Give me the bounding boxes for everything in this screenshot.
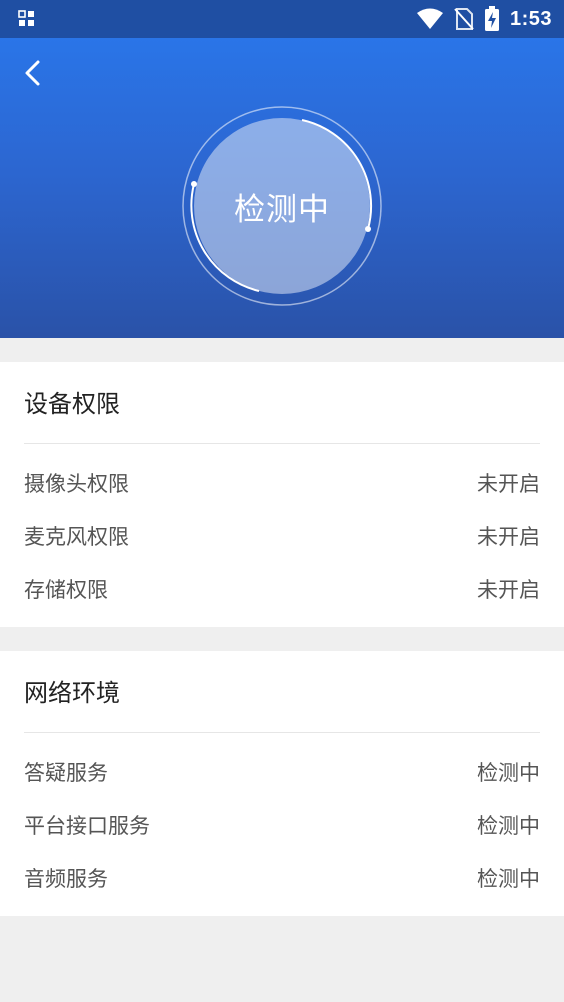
permission-status: 未开启 [477, 578, 540, 602]
service-label: 平台接口服务 [24, 814, 150, 838]
list-item-platform-api-service: 平台接口服务 检测中 [24, 805, 540, 845]
status-time: 1:53 [509, 7, 552, 30]
list-item-microphone-permission: 麦克风权限 未开启 [24, 516, 540, 556]
service-label: 音频服务 [24, 867, 108, 891]
wifi-icon [416, 8, 443, 29]
divider [24, 443, 540, 444]
app-grid-icon [18, 10, 34, 26]
service-status: 检测中 [477, 761, 540, 785]
permission-label: 麦克风权限 [24, 525, 129, 549]
detection-progress-ring: 检测中 [180, 104, 384, 308]
device-permissions-card: 设备权限 摄像头权限 未开启 麦克风权限 未开启 存储权限 未开启 [0, 362, 564, 627]
service-status: 检测中 [477, 867, 540, 891]
chevron-left-icon[interactable] [16, 56, 50, 90]
permission-label: 存储权限 [24, 578, 108, 602]
network-environment-card: 网络环境 答疑服务 检测中 平台接口服务 检测中 音频服务 检测中 [0, 651, 564, 916]
list-item-camera-permission: 摄像头权限 未开启 [24, 463, 540, 503]
permission-status: 未开启 [477, 525, 540, 549]
permission-label: 摄像头权限 [24, 472, 129, 496]
list-item-qa-service: 答疑服务 检测中 [24, 752, 540, 792]
detection-status-label: 检测中 [234, 191, 330, 228]
status-bar: 1:53 [0, 0, 564, 38]
device-permissions-title: 设备权限 [24, 390, 120, 418]
list-item-storage-permission: 存储权限 未开启 [24, 569, 540, 609]
service-label: 答疑服务 [24, 761, 108, 785]
battery-charging-icon [484, 6, 499, 31]
detection-header: 检测中 [0, 38, 564, 338]
permission-status: 未开启 [477, 472, 540, 496]
service-status: 检测中 [477, 814, 540, 838]
network-environment-title: 网络环境 [24, 679, 120, 707]
list-item-audio-service: 音频服务 检测中 [24, 858, 540, 898]
no-sim-icon [454, 8, 474, 30]
divider [24, 732, 540, 733]
